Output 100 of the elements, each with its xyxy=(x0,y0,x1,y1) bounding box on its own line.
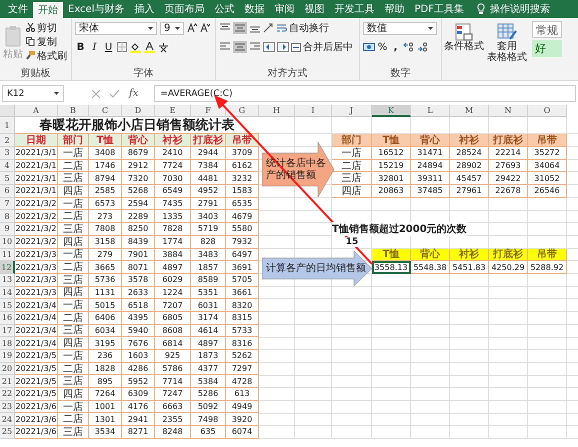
table-cell: 3534 xyxy=(89,426,122,439)
row-header[interactable]: 17 xyxy=(0,324,15,338)
row-header[interactable]: 23 xyxy=(0,400,15,414)
underline-button[interactable]: U xyxy=(103,42,114,52)
row-header[interactable]: 16 xyxy=(0,312,15,325)
increase-indent-icon[interactable] xyxy=(277,42,289,52)
ribbon-tab[interactable]: 文件 xyxy=(3,0,33,18)
format-painter-button[interactable]: 格式刷 xyxy=(26,49,67,62)
table-cell: 20221/3/3 xyxy=(15,274,58,287)
column-header[interactable]: H xyxy=(259,105,295,117)
row-header[interactable]: 12 xyxy=(0,261,15,274)
borders-icon[interactable] xyxy=(117,42,127,52)
align-left-icon[interactable] xyxy=(219,42,231,52)
italic-button[interactable]: I xyxy=(89,42,100,52)
column-header[interactable]: A xyxy=(15,105,58,117)
copy-button[interactable]: 复制 xyxy=(26,35,67,48)
wrap-text-button[interactable]: 自动换行 xyxy=(277,22,329,34)
column-header[interactable]: B xyxy=(58,105,89,117)
grow-font-icon[interactable] xyxy=(187,23,197,33)
phonetic-icon[interactable] xyxy=(158,42,169,52)
ribbon-tab[interactable]: 开发工具 xyxy=(330,0,380,18)
column-header[interactable]: L xyxy=(411,105,450,117)
row-header[interactable]: 10 xyxy=(0,236,15,248)
table-cell: 四店 xyxy=(58,388,89,401)
row-header[interactable]: 11 xyxy=(0,248,15,262)
row-header[interactable]: 21 xyxy=(0,375,15,388)
merge-center-button[interactable]: 合并后居中 xyxy=(291,40,353,54)
row-header[interactable]: 20 xyxy=(0,362,15,376)
table-cell: 7264 xyxy=(89,388,122,401)
row-header[interactable]: 19 xyxy=(0,350,15,363)
row-header[interactable]: 1 xyxy=(0,117,15,134)
row-header[interactable]: 25 xyxy=(0,426,15,439)
table-cell: 2912 xyxy=(122,160,155,172)
ribbon-tab[interactable]: 开始 xyxy=(33,2,63,18)
row-header[interactable]: 24 xyxy=(0,413,15,426)
row-header[interactable]: 13 xyxy=(0,274,15,287)
number-format-dropdown[interactable]: 数值 xyxy=(363,22,437,34)
good-style[interactable]: 好 xyxy=(532,40,562,57)
align-middle-icon[interactable] xyxy=(233,22,247,34)
table-cell[interactable]: 3558.13 xyxy=(372,261,411,274)
ribbon-tab[interactable]: Excel与财务 xyxy=(63,0,130,18)
row-header[interactable]: 22 xyxy=(0,388,15,401)
search-field[interactable]: 操作说明搜索 xyxy=(490,2,550,16)
row-header[interactable]: 5 xyxy=(0,172,15,186)
ribbon-tab[interactable]: PDF工具集 xyxy=(410,0,469,18)
row-header[interactable]: 8 xyxy=(0,210,15,224)
cut-button[interactable]: 剪切 xyxy=(26,21,67,34)
row-header[interactable]: 3 xyxy=(0,147,15,160)
decrease-decimal-icon[interactable] xyxy=(417,42,429,52)
column-header[interactable]: K xyxy=(372,105,411,117)
ribbon-tab[interactable]: 审阅 xyxy=(270,0,300,18)
ribbon-tab[interactable]: 帮助 xyxy=(380,0,410,18)
row-header[interactable]: 14 xyxy=(0,286,15,300)
column-header[interactable]: J xyxy=(332,105,372,117)
font-size-dropdown[interactable]: 9 xyxy=(160,22,184,34)
column-header[interactable]: G xyxy=(226,105,259,117)
column-header[interactable]: E xyxy=(155,105,191,117)
font-name-dropdown[interactable]: 宋体 xyxy=(75,22,157,34)
shrink-font-icon[interactable] xyxy=(200,23,210,33)
column-header[interactable]: F xyxy=(191,105,226,117)
table-cell[interactable]: 5288.92 xyxy=(528,261,567,274)
name-box[interactable]: K12 xyxy=(2,85,64,102)
align-center-icon[interactable] xyxy=(233,41,247,53)
row-header[interactable]: 18 xyxy=(0,337,15,350)
orientation-icon[interactable] xyxy=(263,23,275,33)
fill-color-icon[interactable] xyxy=(130,42,141,52)
column-header[interactable]: O xyxy=(528,105,567,117)
ribbon-tab[interactable]: 视图 xyxy=(300,0,330,18)
column-header[interactable]: N xyxy=(489,105,528,117)
table-cell: 20221/3/5 xyxy=(15,388,58,401)
row-header[interactable]: 2 xyxy=(0,134,15,147)
row-header[interactable]: 6 xyxy=(0,185,15,198)
row-header[interactable]: 7 xyxy=(0,198,15,210)
ribbon-tab[interactable]: 插入 xyxy=(130,0,160,18)
table-cell[interactable]: 5548.38 xyxy=(411,261,450,274)
ribbon-tab[interactable]: 公式 xyxy=(210,0,240,18)
align-right-icon[interactable] xyxy=(249,42,261,52)
column-header[interactable]: M xyxy=(450,105,489,117)
bold-button[interactable]: B xyxy=(75,42,86,52)
column-header[interactable]: C xyxy=(89,105,122,117)
format-as-table-button[interactable]: 套用 表格格式 xyxy=(487,21,527,80)
table-cell[interactable]: 4250.29 xyxy=(489,261,528,274)
percent-button[interactable]: % xyxy=(377,42,388,52)
row-header[interactable]: 15 xyxy=(0,299,15,312)
ribbon-tab[interactable]: 数据 xyxy=(240,0,270,18)
decrease-indent-icon[interactable] xyxy=(263,42,275,52)
formula-field[interactable]: =AVERAGE(C:C) xyxy=(154,85,576,102)
row-header[interactable]: 4 xyxy=(0,160,15,172)
column-header[interactable]: D xyxy=(122,105,155,117)
row-header[interactable]: 9 xyxy=(0,223,15,236)
conditional-format-button[interactable]: 条件格式 xyxy=(444,21,484,80)
normal-style[interactable]: 常规 xyxy=(532,21,562,38)
currency-icon[interactable] xyxy=(363,42,375,52)
table-cell[interactable]: 5451.83 xyxy=(450,261,489,274)
column-header[interactable]: I xyxy=(295,105,332,117)
ribbon-tab[interactable]: 页面布局 xyxy=(160,0,210,18)
comma-button[interactable]: , xyxy=(390,42,401,52)
increase-decimal-icon[interactable] xyxy=(403,42,415,52)
font-color-icon[interactable] xyxy=(144,42,155,52)
insert-function-button[interactable]: fx xyxy=(129,88,138,99)
